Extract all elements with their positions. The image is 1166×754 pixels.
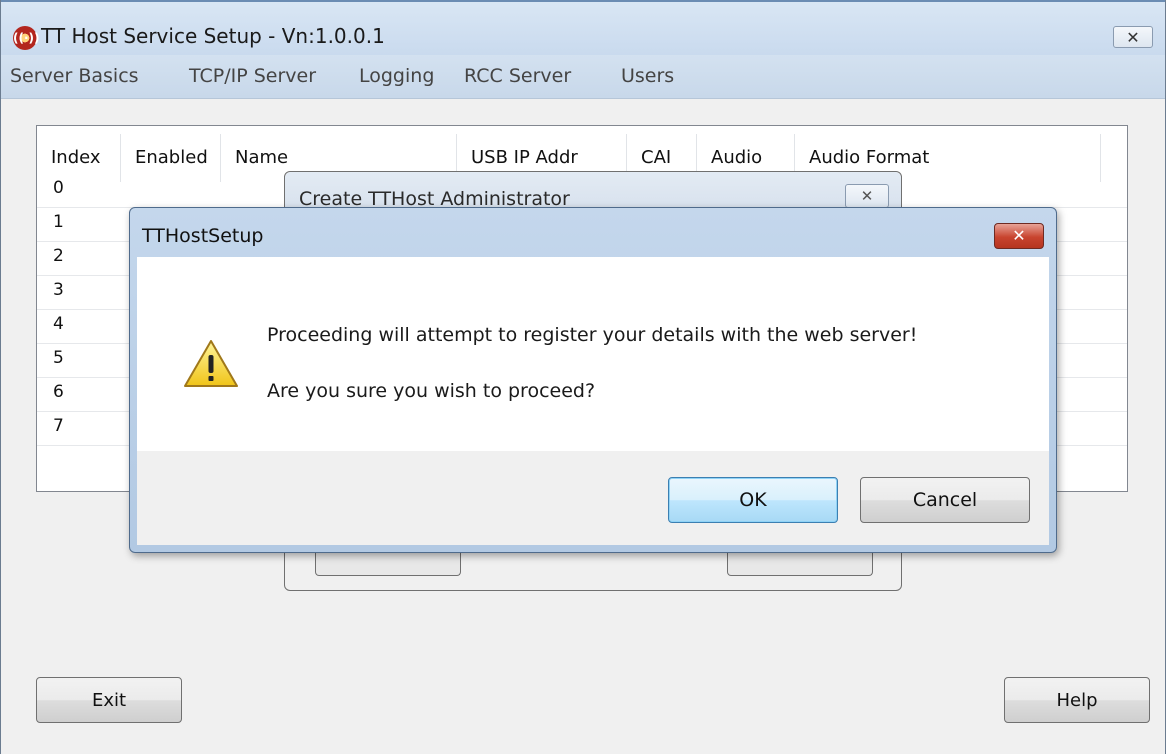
row-index: 4	[53, 314, 64, 334]
row-index: 6	[53, 382, 64, 402]
title-bar[interactable]: ((·)) TT Host Service Setup - Vn:1.0.0.1…	[1, 0, 1165, 55]
radio-tower-icon: ((·))	[13, 26, 40, 50]
row-index: 2	[53, 246, 64, 266]
create-administrator-left-button[interactable]	[315, 552, 461, 576]
message-box-title: TTHostSetup	[142, 225, 264, 247]
row-index: 3	[53, 280, 64, 300]
row-index: 5	[53, 348, 64, 368]
confirmation-message-box: TTHostSetup ✕ Proceeding will attempt to…	[129, 207, 1057, 553]
menu-rcc-server[interactable]: RCC Server	[464, 65, 571, 87]
create-administrator-close-button[interactable]: ✕	[845, 184, 889, 208]
menu-logging[interactable]: Logging	[359, 65, 434, 87]
help-button[interactable]: Help	[1004, 677, 1150, 723]
message-box-footer: OK Cancel	[137, 451, 1049, 545]
menu-bar: Server Basics TCP/IP Server Logging RCC …	[1, 55, 1165, 99]
warning-icon	[184, 340, 238, 387]
ok-button[interactable]: OK	[668, 477, 838, 523]
menu-server-basics[interactable]: Server Basics	[10, 65, 139, 87]
cancel-button[interactable]: Cancel	[860, 477, 1030, 523]
exit-button[interactable]: Exit	[36, 677, 182, 723]
row-index: 7	[53, 416, 64, 436]
window-close-button[interactable]: ✕	[1113, 26, 1153, 48]
row-index: 0	[53, 178, 64, 198]
message-box-body: Proceeding will attempt to register your…	[137, 257, 1049, 451]
main-window: ((·)) TT Host Service Setup - Vn:1.0.0.1…	[0, 0, 1166, 754]
create-administrator-right-button[interactable]	[727, 552, 873, 576]
menu-tcp-ip-server[interactable]: TCP/IP Server	[189, 65, 316, 87]
menu-users[interactable]: Users	[621, 65, 674, 87]
message-text-line-1: Proceeding will attempt to register your…	[267, 324, 918, 346]
message-text-line-2: Are you sure you wish to proceed?	[267, 380, 596, 402]
row-index: 1	[53, 212, 64, 232]
window-title: TT Host Service Setup - Vn:1.0.0.1	[41, 24, 385, 48]
message-box-close-button[interactable]: ✕	[994, 223, 1044, 249]
